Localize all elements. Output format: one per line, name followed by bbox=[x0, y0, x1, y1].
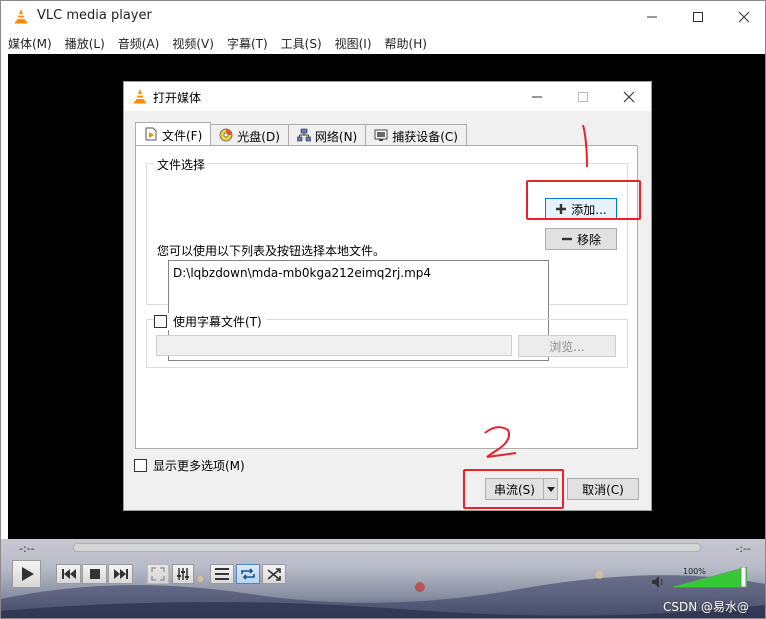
fullscreen-button[interactable] bbox=[147, 564, 169, 584]
tab-capture-label: 捕获设备(C) bbox=[392, 130, 458, 144]
menu-playback[interactable]: 播放(L) bbox=[58, 32, 111, 54]
stop-icon bbox=[89, 569, 100, 579]
fullscreen-icon bbox=[151, 567, 165, 581]
elapsed-time: -:-- bbox=[19, 542, 35, 555]
dialog-maximize-button[interactable] bbox=[560, 82, 606, 111]
watermark: CSDN @易水@ bbox=[662, 600, 749, 614]
play-button[interactable] bbox=[12, 560, 41, 588]
loop-button[interactable] bbox=[236, 564, 260, 584]
close-button[interactable] bbox=[721, 1, 765, 32]
menu-media[interactable]: 媒体(M) bbox=[1, 32, 58, 54]
playlist-icon bbox=[215, 568, 229, 580]
menu-audio[interactable]: 音频(A) bbox=[111, 32, 166, 54]
dialog-minimize-button[interactable] bbox=[514, 82, 560, 111]
minimize-icon bbox=[532, 96, 542, 97]
menu-bar: 媒体(M) 播放(L) 音频(A) 视频(V) 字幕(T) 工具(S) 视图(I… bbox=[1, 32, 765, 54]
subtitle-checkbox[interactable]: 使用字幕文件(T) bbox=[154, 313, 266, 330]
dialog-title: 打开媒体 bbox=[153, 91, 202, 105]
loop-icon bbox=[241, 568, 255, 580]
minus-icon bbox=[561, 237, 572, 241]
tab-network-label: 网络(N) bbox=[314, 130, 358, 144]
vlc-cone-icon bbox=[134, 89, 146, 104]
maximize-icon bbox=[693, 11, 703, 22]
network-icon bbox=[296, 128, 311, 142]
tab-capture[interactable]: 捕获设备(C) bbox=[365, 124, 467, 145]
dialog-close-button[interactable] bbox=[606, 82, 652, 111]
vlc-cone-icon bbox=[15, 9, 27, 24]
remaining-time: -:-- bbox=[735, 542, 751, 555]
subtitle-checkbox-box[interactable] bbox=[154, 315, 167, 328]
tab-disc[interactable]: 光盘(D) bbox=[210, 124, 289, 145]
annotation-box-stream bbox=[463, 469, 564, 509]
next-icon bbox=[113, 569, 128, 579]
menu-video[interactable]: 视频(V) bbox=[165, 32, 220, 54]
file-selection-hint: 您可以使用以下列表及按钮选择本地文件。 bbox=[157, 244, 386, 258]
previous-icon bbox=[61, 569, 76, 579]
disc-icon bbox=[219, 128, 233, 142]
open-media-dialog: 打开媒体 文件(F) 光盘(D) 网络(N) 捕获设备(C) 文件选择 您可以使… bbox=[123, 81, 652, 511]
browse-label: 浏览... bbox=[549, 339, 585, 354]
browse-button[interactable]: 浏览... bbox=[518, 335, 616, 357]
subtitle-path-input[interactable] bbox=[156, 335, 512, 356]
show-more-options-checkbox[interactable]: 显示更多选项(M) bbox=[134, 457, 245, 474]
subtitle-checkbox-label: 使用字幕文件(T) bbox=[173, 315, 262, 329]
minimize-icon bbox=[647, 16, 657, 17]
vlc-main-window: VLC media player 媒体(M) 播放(L) 音频(A) 视频(V)… bbox=[0, 0, 766, 619]
stop-button[interactable] bbox=[82, 564, 107, 584]
file-icon bbox=[145, 127, 157, 141]
capture-icon bbox=[374, 129, 388, 141]
tab-bar: 文件(F) 光盘(D) 网络(N) 捕获设备(C) bbox=[135, 122, 467, 146]
file-selection-title: 文件选择 bbox=[154, 156, 209, 173]
tab-file[interactable]: 文件(F) bbox=[135, 122, 212, 145]
file-list-item[interactable]: D:\lqbzdown\mda-mb0kga212eimq2rj.mp4 bbox=[173, 266, 431, 280]
menu-subtitle[interactable]: 字幕(T) bbox=[220, 32, 274, 54]
maximize-icon bbox=[578, 91, 588, 102]
show-more-options-label: 显示更多选项(M) bbox=[153, 459, 245, 473]
shuffle-icon bbox=[267, 568, 281, 581]
next-button[interactable] bbox=[108, 564, 133, 584]
previous-button[interactable] bbox=[56, 564, 81, 584]
tab-file-label: 文件(F) bbox=[162, 129, 203, 143]
menu-view[interactable]: 视图(I) bbox=[328, 32, 378, 54]
maximize-button[interactable] bbox=[675, 1, 721, 32]
close-icon bbox=[623, 91, 635, 102]
speaker-icon[interactable] bbox=[651, 575, 665, 589]
remove-file-button[interactable]: 移除 bbox=[545, 228, 617, 250]
extended-settings-button[interactable] bbox=[172, 564, 194, 584]
menu-tools[interactable]: 工具(S) bbox=[274, 32, 328, 54]
shuffle-button[interactable] bbox=[262, 564, 286, 584]
cancel-label: 取消(C) bbox=[582, 482, 624, 497]
window-title: VLC media player bbox=[37, 8, 152, 23]
tab-network[interactable]: 网络(N) bbox=[287, 124, 367, 145]
equalizer-icon bbox=[177, 568, 189, 580]
remove-file-label: 移除 bbox=[576, 232, 601, 247]
title-bar: VLC media player bbox=[1, 1, 765, 32]
seek-bar[interactable] bbox=[73, 543, 701, 552]
show-more-options-box[interactable] bbox=[134, 459, 147, 472]
volume-level: 100% bbox=[683, 567, 706, 576]
annotation-box-add bbox=[526, 180, 641, 220]
tab-disc-label: 光盘(D) bbox=[237, 130, 280, 144]
cancel-button[interactable]: 取消(C) bbox=[567, 478, 639, 500]
dialog-title-bar: 打开媒体 bbox=[124, 82, 651, 111]
playlist-button[interactable] bbox=[210, 564, 234, 584]
play-icon bbox=[21, 567, 34, 581]
minimize-button[interactable] bbox=[629, 1, 675, 32]
menu-help[interactable]: 帮助(H) bbox=[378, 32, 433, 54]
close-icon bbox=[738, 11, 750, 22]
